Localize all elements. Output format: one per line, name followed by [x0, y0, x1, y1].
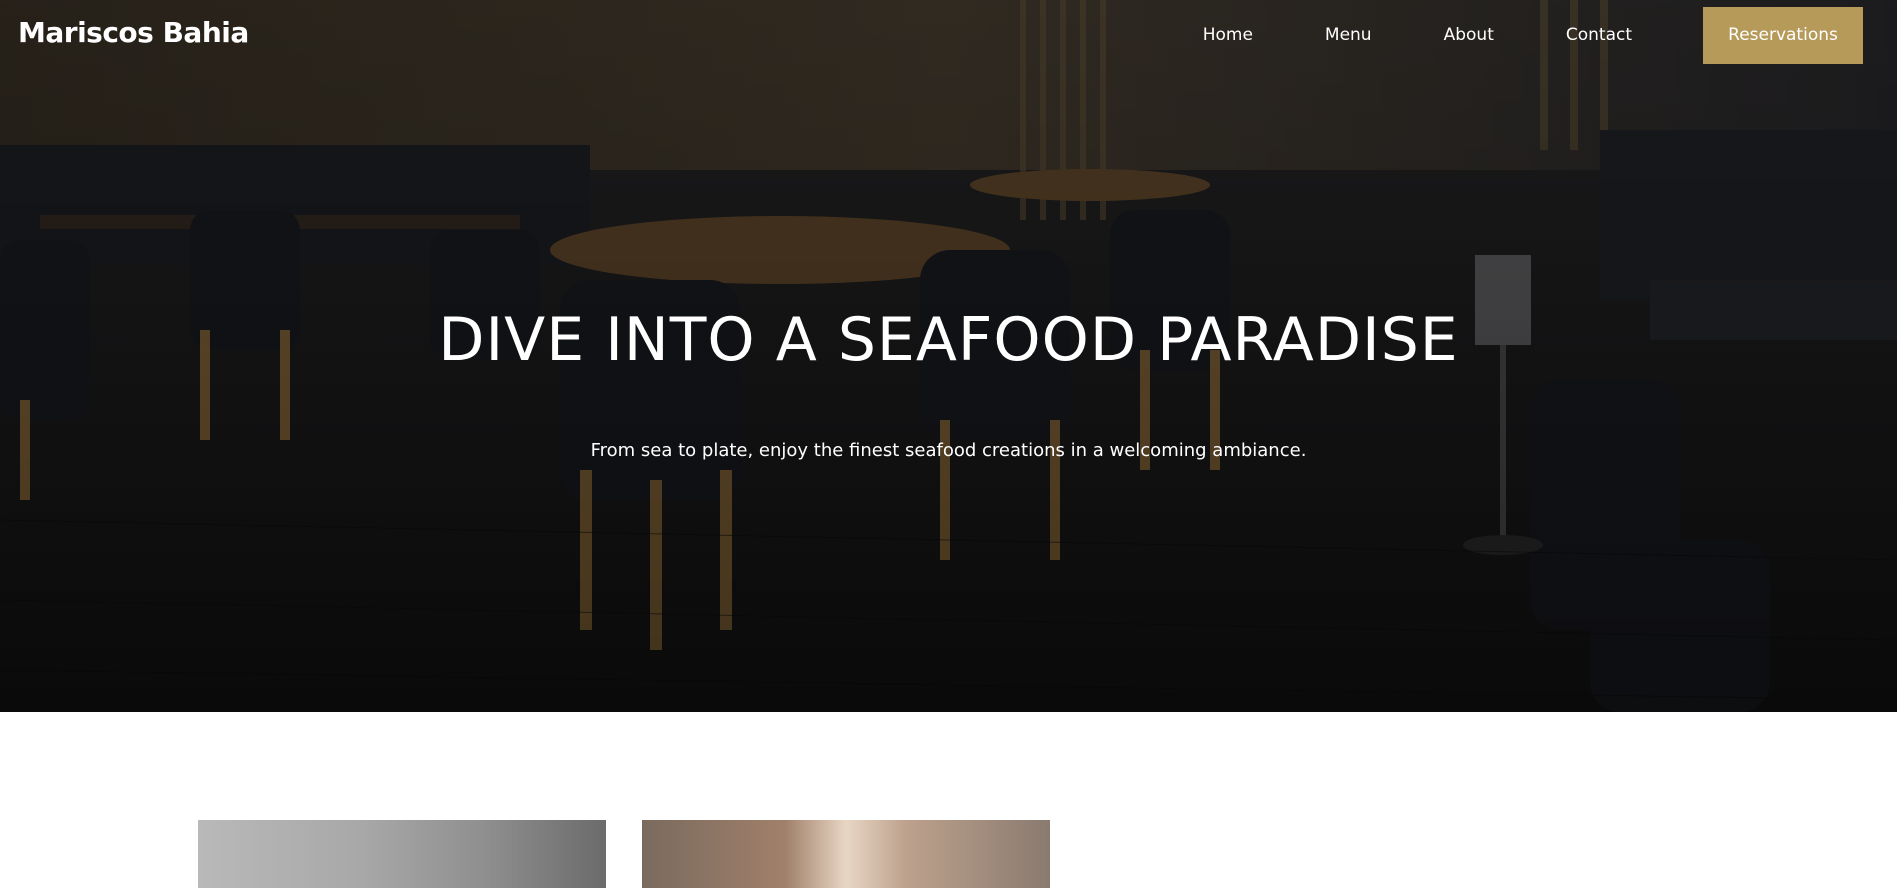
nav-about[interactable]: About	[1444, 25, 1494, 45]
nav-contact[interactable]: Contact	[1566, 25, 1632, 45]
site-logo[interactable]: Mariscos Bahia	[18, 16, 249, 49]
gallery-image-1	[198, 820, 606, 888]
gallery-image-2	[642, 820, 1050, 888]
reservations-button[interactable]: Reservations	[1703, 6, 1863, 64]
main-nav: Home Menu About Contact Reservations	[1167, 6, 1863, 64]
hero-section: Mariscos Bahia Home Menu About Contact R…	[0, 0, 1897, 712]
nav-menu[interactable]: Menu	[1325, 25, 1372, 45]
hero-subtitle: From sea to plate, enjoy the finest seaf…	[590, 440, 1307, 461]
hero-title: DIVE INTO A SEAFOOD PARADISE	[438, 305, 1459, 375]
nav-home[interactable]: Home	[1203, 25, 1253, 45]
